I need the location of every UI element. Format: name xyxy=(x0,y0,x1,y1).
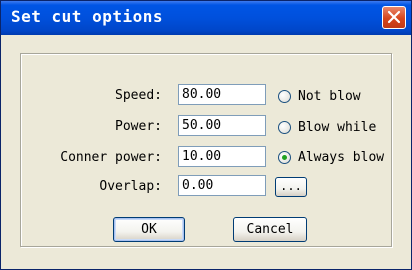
radio-always-blow-label: Always blow xyxy=(298,150,385,165)
title-bar[interactable]: Set cut options xyxy=(1,1,411,35)
radio-blow-while-label: Blow while xyxy=(298,120,377,135)
dialog-title: Set cut options xyxy=(11,7,163,26)
overlap-label: Overlap: xyxy=(99,179,162,194)
power-input[interactable]: 50.00 xyxy=(178,115,266,136)
power-label: Power: xyxy=(115,119,162,134)
close-button[interactable] xyxy=(382,6,406,29)
cancel-button[interactable]: Cancel xyxy=(233,217,307,242)
radio-not-blow-circle[interactable] xyxy=(278,90,291,103)
overlap-input[interactable]: 0.00 xyxy=(178,175,266,196)
set-cut-options-dialog: Set cut options Speed: 80.00 Power: 50.0… xyxy=(0,0,412,270)
cut-options-group: Speed: 80.00 Power: 50.00 Conner power: … xyxy=(20,53,392,247)
radio-selected-dot xyxy=(282,155,287,160)
speed-label: Speed: xyxy=(115,88,162,103)
radio-always-blow-circle[interactable] xyxy=(278,151,291,164)
conner-power-input[interactable]: 10.00 xyxy=(178,146,266,167)
conner-power-label: Conner power: xyxy=(60,150,162,165)
radio-not-blow-label: Not blow xyxy=(298,89,361,104)
overlap-browse-button[interactable]: ... xyxy=(275,177,307,197)
ok-button[interactable]: OK xyxy=(113,217,185,242)
speed-input[interactable]: 80.00 xyxy=(178,84,266,105)
radio-blow-while-circle[interactable] xyxy=(278,121,291,134)
